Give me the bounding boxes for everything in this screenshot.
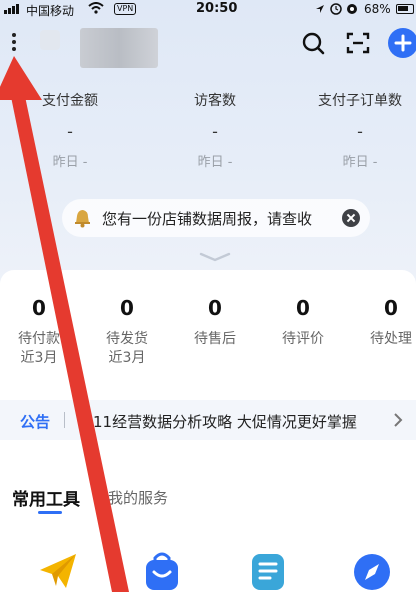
order-status-to-handle[interactable]: 0 待处理 — [356, 296, 416, 349]
stat-yesterday: 昨日 - — [52, 155, 88, 170]
announcement-bar[interactable]: 公告 双11经营数据分析攻略 大促情况更好掌握 — [0, 400, 416, 440]
vpn-badge: VPN — [114, 3, 137, 15]
signal-icon — [4, 4, 19, 14]
carrier-label: 中国移动 — [26, 4, 75, 18]
announcement-text: 双11经营数据分析攻略 大促情况更好掌握 — [78, 413, 357, 431]
location-alarm-icons — [316, 3, 357, 15]
stat-value: - — [212, 122, 218, 141]
shopping-bag-icon[interactable] — [142, 550, 182, 590]
shop-name-redacted — [80, 28, 158, 68]
order-count: 0 — [32, 296, 46, 320]
compass-icon[interactable] — [352, 550, 392, 590]
order-label: 待评价 — [282, 331, 324, 347]
divider — [64, 412, 65, 428]
paper-plane-icon[interactable] — [38, 550, 78, 590]
clock: 20:50 — [196, 1, 238, 16]
stat-label: 支付金额 — [42, 93, 98, 109]
status-bar: 中国移动 VPN 20:50 68% — [0, 0, 416, 20]
stat-sub-orders[interactable]: 支付子订单数 - 昨日 - — [300, 90, 416, 170]
search-icon[interactable] — [300, 30, 326, 56]
add-button[interactable] — [388, 28, 416, 58]
order-label: 待发货 近3月 — [106, 331, 148, 366]
order-label: 待售后 — [194, 331, 236, 347]
more-vert-icon[interactable] — [8, 30, 20, 54]
shop-avatar[interactable] — [40, 30, 60, 50]
tab-my-services[interactable]: 我的服务 — [108, 487, 168, 508]
order-count: 0 — [384, 296, 398, 320]
stat-yesterday: 昨日 - — [342, 155, 378, 170]
stat-value: - — [357, 122, 363, 141]
order-label: 待处理 — [370, 331, 412, 347]
notice-text: 您有一份店铺数据周报，请查收 — [102, 209, 313, 228]
stat-label: 支付子订单数 — [318, 93, 402, 109]
stat-payment-amount[interactable]: 支付金额 - 昨日 - — [10, 90, 130, 170]
scan-icon[interactable] — [345, 30, 371, 56]
battery-icon — [396, 4, 414, 14]
order-status-pending-payment[interactable]: 0 待付款 近3月 — [4, 296, 74, 368]
order-status-pending-review[interactable]: 0 待评价 — [268, 296, 338, 349]
battery-percent: 68% — [364, 2, 391, 16]
wifi-icon — [88, 2, 104, 14]
weekly-report-notice[interactable]: 您有一份店铺数据周报，请查收 — [62, 199, 370, 237]
tab-active-indicator — [38, 511, 62, 514]
order-count: 0 — [296, 296, 310, 320]
order-count: 0 — [208, 296, 222, 320]
order-label: 待付款 近3月 — [18, 331, 60, 366]
order-status-after-sales[interactable]: 0 待售后 — [180, 296, 250, 349]
tab-common-tools[interactable]: 常用工具 — [12, 485, 80, 510]
stat-yesterday: 昨日 - — [197, 155, 233, 170]
plus-icon — [394, 34, 412, 52]
close-icon[interactable] — [342, 209, 360, 227]
stat-value: - — [67, 122, 73, 141]
stat-label: 访客数 — [194, 93, 236, 109]
chevron-right-icon — [394, 413, 403, 427]
chevron-down-icon[interactable] — [197, 250, 233, 264]
order-status-pending-shipment[interactable]: 0 待发货 近3月 — [92, 296, 162, 368]
bell-icon — [75, 210, 90, 228]
document-icon[interactable] — [248, 550, 288, 590]
stat-visitors[interactable]: 访客数 - 昨日 - — [155, 90, 275, 170]
announcement-tag: 公告 — [20, 413, 51, 431]
order-count: 0 — [120, 296, 134, 320]
